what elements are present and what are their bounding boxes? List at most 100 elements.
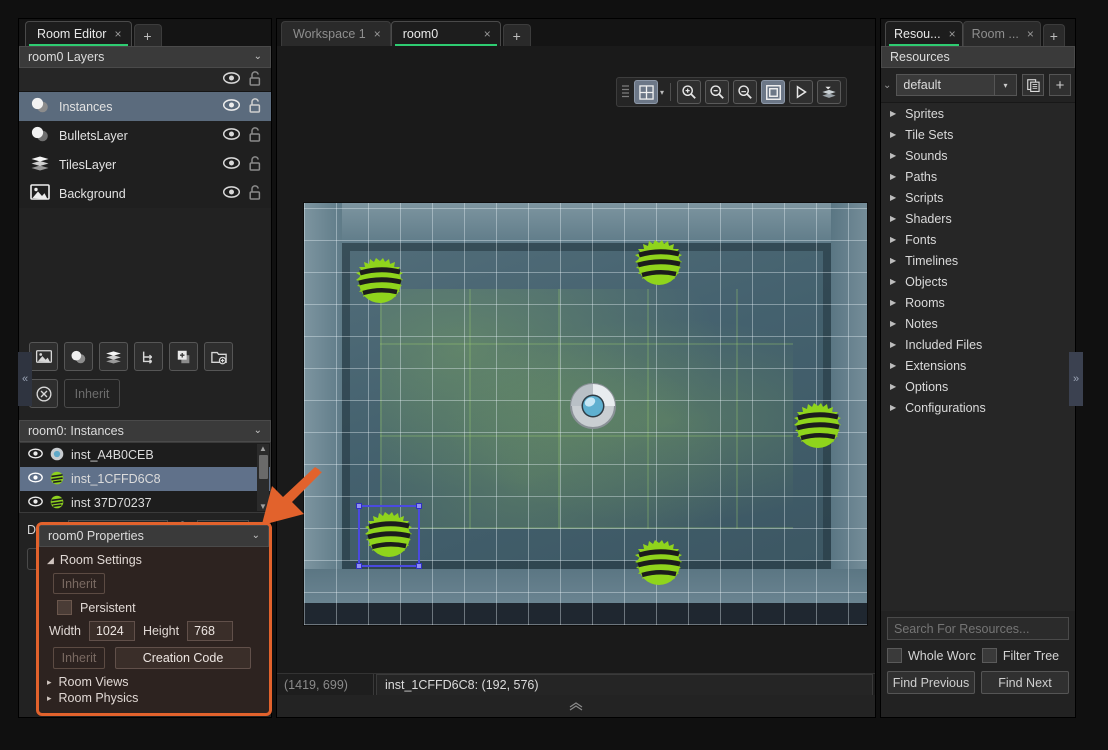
- eye-icon[interactable]: [28, 496, 43, 510]
- unlock-icon[interactable]: [249, 70, 261, 89]
- resource-item-sounds[interactable]: ▶ Sounds: [881, 145, 1075, 166]
- grip-icon[interactable]: [622, 84, 630, 101]
- chevron-down-icon[interactable]: ▾: [994, 75, 1016, 95]
- delete-layer-button[interactable]: [29, 379, 58, 408]
- resource-item-extensions[interactable]: ▶ Extensions: [881, 355, 1075, 376]
- add-tab-button[interactable]: +: [502, 24, 531, 46]
- expand-triangle-icon[interactable]: ▶: [890, 298, 896, 307]
- close-icon[interactable]: ×: [374, 27, 381, 41]
- config-dropdown[interactable]: default ▾: [896, 74, 1017, 96]
- add-folder-button[interactable]: [204, 342, 233, 371]
- selection-handle-tr[interactable]: [416, 503, 422, 509]
- eye-icon[interactable]: [222, 186, 241, 201]
- eye-icon[interactable]: [28, 448, 43, 462]
- layer-row-tileslayer[interactable]: TilesLayer: [19, 150, 271, 179]
- room-canvas-area[interactable]: ▾: [277, 46, 875, 673]
- selection-handle-tl[interactable]: [356, 503, 362, 509]
- collapse-right-dock-handle[interactable]: »: [1069, 352, 1083, 406]
- resource-item-paths[interactable]: ▶ Paths: [881, 166, 1075, 187]
- unlock-icon[interactable]: [249, 126, 261, 145]
- inherit-layer-button[interactable]: Inherit: [64, 379, 120, 408]
- add-tab-button[interactable]: +: [133, 24, 162, 46]
- expand-triangle-icon[interactable]: ▶: [890, 403, 896, 412]
- instances-scrollbar[interactable]: ▲ ▼: [257, 444, 269, 511]
- chevron-down-icon[interactable]: ▾: [660, 88, 664, 97]
- expand-triangle-icon[interactable]: ▶: [890, 193, 896, 202]
- instance-enemy[interactable]: [635, 240, 683, 288]
- add-tile-layer-button[interactable]: [99, 342, 128, 371]
- layer-preview-button[interactable]: [817, 80, 842, 104]
- scroll-up-icon[interactable]: ▲: [259, 444, 267, 453]
- add-config-button[interactable]: +: [1049, 74, 1071, 96]
- resource-item-sprites[interactable]: ▶ Sprites: [881, 103, 1075, 124]
- expand-triangle-icon[interactable]: ▶: [890, 172, 896, 181]
- resource-item-scripts[interactable]: ▶ Scripts: [881, 187, 1075, 208]
- instance-row[interactable]: inst_1CFFD6C8: [20, 467, 270, 491]
- room-physics-section[interactable]: ▸ Room Physics: [47, 691, 261, 705]
- room-settings-inherit-button[interactable]: Inherit: [53, 573, 105, 594]
- resource-item-timelines[interactable]: ▶ Timelines: [881, 250, 1075, 271]
- width-input[interactable]: 1024: [88, 621, 135, 641]
- instance-row[interactable]: inst_A4B0CEB: [20, 443, 270, 467]
- tab-room-explorer[interactable]: Room ... ×: [962, 21, 1041, 46]
- zoom-reset-button[interactable]: [733, 80, 758, 104]
- creation-inherit-button[interactable]: Inherit: [53, 647, 105, 669]
- close-icon[interactable]: ×: [114, 27, 121, 41]
- tab-resources[interactable]: Resou... ×: [885, 21, 963, 46]
- layer-row-background[interactable]: Background: [19, 179, 271, 208]
- duplicate-config-button[interactable]: [1022, 74, 1044, 96]
- scrollbar-thumb[interactable]: [258, 455, 268, 479]
- instance-enemy[interactable]: [794, 403, 842, 451]
- add-instance-layer-button[interactable]: [64, 342, 93, 371]
- eye-icon[interactable]: [222, 72, 241, 87]
- chevron-down-icon[interactable]: ⌄: [883, 80, 891, 91]
- unlock-icon[interactable]: [249, 184, 261, 203]
- room-layers-header[interactable]: room0 Layers ⌄: [19, 46, 271, 68]
- resource-item-tile-sets[interactable]: ▶ Tile Sets: [881, 124, 1075, 145]
- expand-triangle-icon[interactable]: ▶: [890, 235, 896, 244]
- grid-toggle-button[interactable]: [634, 80, 658, 104]
- expand-triangle-icon[interactable]: ▶: [890, 382, 896, 391]
- creation-code-button[interactable]: Creation Code: [115, 647, 251, 669]
- tab-room0[interactable]: room0 ×: [390, 21, 501, 46]
- zoom-out-button[interactable]: [705, 80, 730, 104]
- add-asset-layer-button[interactable]: [169, 342, 198, 371]
- fit-to-view-button[interactable]: [761, 80, 786, 104]
- find-next-button[interactable]: Find Next: [981, 671, 1069, 694]
- room-instances-header[interactable]: room0: Instances ⌄: [19, 420, 271, 442]
- selection-handle-bl[interactable]: [356, 563, 362, 569]
- search-input[interactable]: [887, 617, 1069, 640]
- selection-handle-br[interactable]: [416, 563, 422, 569]
- add-tab-button[interactable]: +: [1042, 24, 1065, 46]
- resource-item-notes[interactable]: ▶ Notes: [881, 313, 1075, 334]
- instance-player[interactable]: [569, 382, 617, 430]
- eye-icon[interactable]: [222, 99, 241, 114]
- expand-triangle-icon[interactable]: ▶: [890, 151, 896, 160]
- persistent-checkbox[interactable]: [57, 600, 72, 615]
- tab-workspace-1[interactable]: Workspace 1 ×: [281, 21, 391, 46]
- resource-item-rooms[interactable]: ▶ Rooms: [881, 292, 1075, 313]
- expand-triangle-icon[interactable]: ▶: [890, 256, 896, 265]
- eye-icon[interactable]: [222, 128, 241, 143]
- expand-triangle-icon[interactable]: ▶: [890, 340, 896, 349]
- room-properties-header[interactable]: room0 Properties ⌄: [39, 525, 269, 547]
- expand-triangle-icon[interactable]: ▶: [890, 109, 896, 118]
- run-room-button[interactable]: [789, 80, 814, 104]
- expand-triangle-icon[interactable]: ▶: [890, 361, 896, 370]
- resource-item-fonts[interactable]: ▶ Fonts: [881, 229, 1075, 250]
- add-background-layer-button[interactable]: [29, 342, 58, 371]
- instance-row[interactable]: inst 37D70237: [20, 491, 270, 515]
- collapse-output-bar[interactable]: [277, 695, 875, 717]
- room-viewport[interactable]: [303, 202, 868, 626]
- filter-tree-checkbox[interactable]: [981, 648, 997, 663]
- whole-word-checkbox[interactable]: [887, 648, 902, 663]
- eye-icon[interactable]: [222, 157, 241, 172]
- resource-item-shaders[interactable]: ▶ Shaders: [881, 208, 1075, 229]
- add-path-layer-button[interactable]: [134, 342, 163, 371]
- resource-item-included-files[interactable]: ▶ Included Files: [881, 334, 1075, 355]
- resource-item-configurations[interactable]: ▶ Configurations: [881, 397, 1075, 418]
- unlock-icon[interactable]: [249, 155, 261, 174]
- expand-triangle-icon[interactable]: ▶: [890, 214, 896, 223]
- unlock-icon[interactable]: [249, 97, 261, 116]
- layer-row-instances[interactable]: Instances: [19, 92, 271, 121]
